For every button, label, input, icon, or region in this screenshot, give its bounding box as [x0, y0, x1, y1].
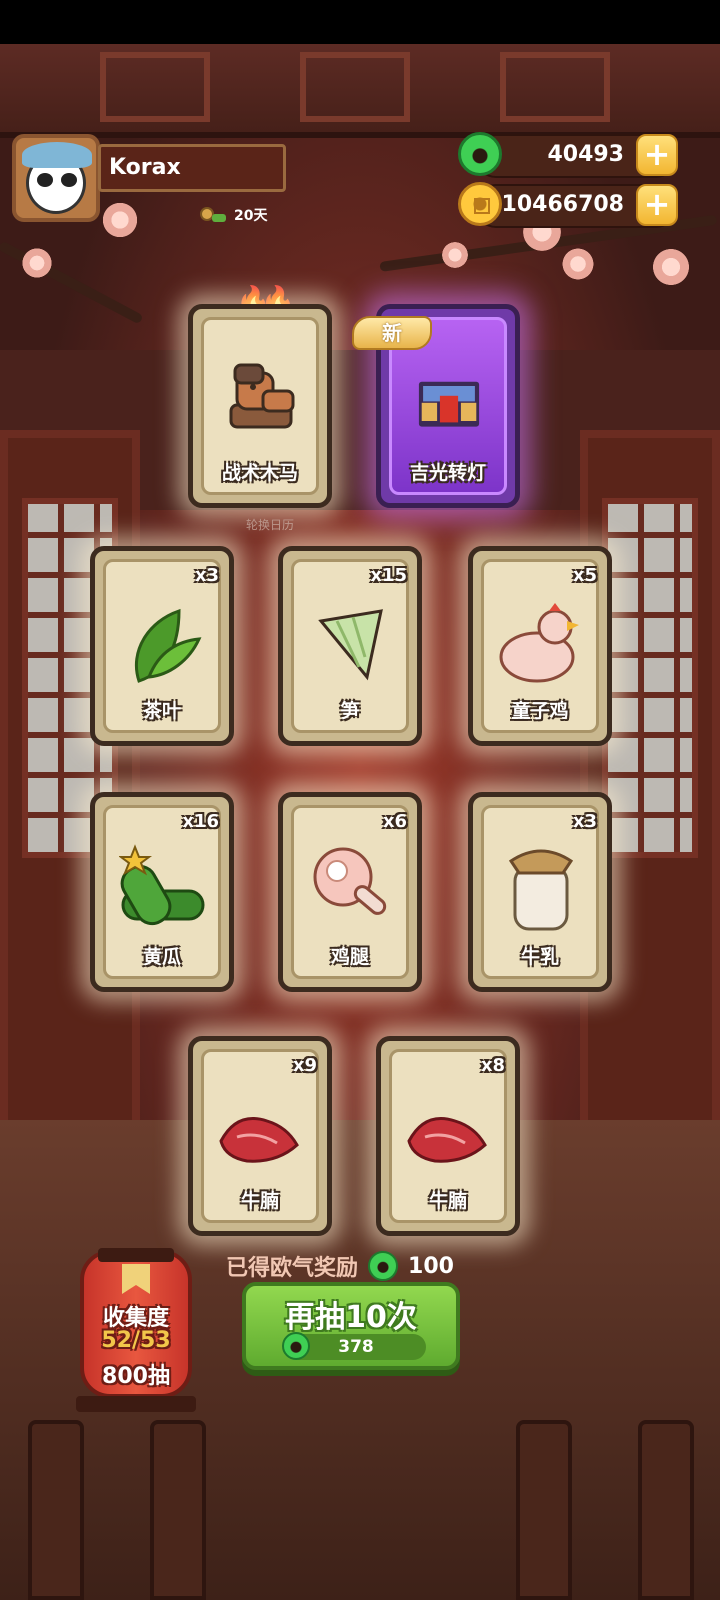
- key-icon: [200, 205, 228, 225]
- item-card[interactable]: x6 鸡腿: [278, 792, 422, 992]
- item-card[interactable]: x3 牛乳: [468, 792, 612, 992]
- drumstick-icon: [313, 847, 387, 915]
- collection-draws: 800抽: [102, 1364, 170, 1389]
- reward-label: 已得欧气奖励: [226, 1256, 359, 1281]
- left-door: [0, 430, 140, 1130]
- beef-icon: [219, 1117, 299, 1163]
- jade-icon: [368, 1251, 399, 1281]
- blossom-icon: [440, 240, 470, 270]
- featured-card-1[interactable]: 战术木马: [188, 304, 332, 508]
- lantern-scene-icon: [418, 381, 480, 427]
- item-count: x9: [292, 1055, 317, 1076]
- jade-icon: [458, 132, 502, 176]
- item-card[interactable]: x8 牛腩: [376, 1036, 520, 1236]
- collection-lantern[interactable]: 收集度 52/53 800抽: [80, 1248, 192, 1398]
- item-label: 黄瓜: [142, 946, 181, 968]
- item-label: 牛腩: [240, 1190, 279, 1212]
- jade-currency: 40493 +: [476, 134, 678, 178]
- days-label: 20天: [234, 208, 268, 224]
- right-door: [580, 430, 720, 1130]
- chicken-icon: [499, 603, 579, 683]
- item-label: 牛乳: [520, 946, 559, 968]
- player-avatar[interactable]: [12, 134, 100, 222]
- coin-currency: 10466708 +: [476, 184, 678, 228]
- flag-icon: [122, 1264, 150, 1294]
- item-card[interactable]: x16 黄瓜: [90, 792, 234, 992]
- collection-progress: 52/53: [101, 1328, 171, 1353]
- item-label: 茶叶: [142, 700, 181, 722]
- item-card[interactable]: x9 牛腩: [188, 1036, 332, 1236]
- item-count: x3: [572, 811, 597, 832]
- roof-beam: [0, 44, 720, 138]
- item-label: 牛腩: [428, 1190, 467, 1212]
- tea-leaf-icon: [134, 608, 202, 683]
- item-card[interactable]: x3 茶叶: [90, 546, 234, 746]
- add-jade-button[interactable]: +: [636, 134, 678, 176]
- lantern-stand: [76, 1396, 196, 1412]
- featured-label: 吉光转灯: [409, 462, 486, 484]
- blossom-icon: [20, 246, 54, 280]
- blossom-icon: [100, 200, 140, 240]
- item-label: 鸡腿: [330, 946, 369, 968]
- blossom-icon: [650, 246, 692, 288]
- new-badge: 新: [352, 316, 432, 350]
- draw-label: 再抽10次: [285, 1300, 417, 1335]
- status-bar: [0, 0, 720, 44]
- coin-icon: [458, 182, 502, 226]
- item-label: 笋: [340, 700, 360, 722]
- item-count: x8: [480, 1055, 505, 1076]
- item-count: x6: [382, 811, 407, 832]
- wooden-horse-icon: [229, 363, 295, 429]
- item-count: x3: [194, 565, 219, 586]
- rotation-caption: 轮换日历: [246, 518, 295, 532]
- reward-value: 100: [408, 1253, 454, 1279]
- bamboo-shoot-icon: [318, 609, 383, 681]
- milk-jar-icon: [508, 849, 574, 931]
- item-count: x15: [370, 565, 407, 586]
- cucumber-icon: [119, 844, 205, 926]
- item-count: x16: [182, 811, 219, 832]
- jade-amount: 40493: [547, 142, 624, 167]
- item-label: 童子鸡: [511, 700, 569, 722]
- add-coins-button[interactable]: +: [636, 184, 678, 226]
- blossom-icon: [560, 246, 596, 282]
- featured-label: 战术木马: [221, 462, 298, 484]
- coin-amount: 10466708: [501, 192, 624, 217]
- item-card[interactable]: x5 童子鸡: [468, 546, 612, 746]
- beef-icon: [407, 1117, 487, 1163]
- draw-again-button[interactable]: 再抽10次 378: [242, 1282, 460, 1370]
- jade-icon: [282, 1332, 310, 1360]
- item-count: x5: [572, 565, 597, 586]
- item-card[interactable]: x15 笋: [278, 546, 422, 746]
- player-name: Korax: [98, 144, 286, 192]
- reward-line: 已得欧气奖励 100: [226, 1250, 454, 1282]
- login-days: 20天: [200, 205, 267, 225]
